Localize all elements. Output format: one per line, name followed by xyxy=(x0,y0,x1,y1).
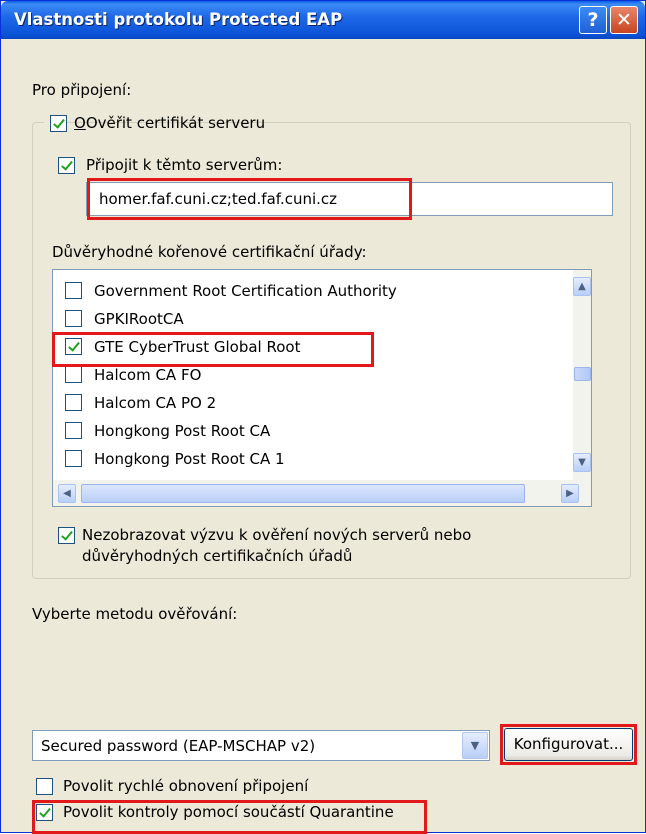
trusted-root-label: Hongkong Post Root CA 1 xyxy=(94,450,285,468)
trusted-root-item[interactable]: GPKIRootCA xyxy=(53,305,573,333)
horizontal-scroll-thumb[interactable] xyxy=(81,484,525,503)
fast-reconnect-label: Povolit rychlé obnovení připojení xyxy=(63,777,309,795)
connect-servers-checkbox[interactable] xyxy=(58,157,75,174)
scroll-up-icon[interactable]: ▲ xyxy=(573,277,591,296)
trusted-root-item[interactable]: Halcom CA FO xyxy=(53,361,573,389)
trusted-root-checkbox[interactable] xyxy=(65,422,82,439)
trusted-root-item[interactable]: Halcom CA PO 2 xyxy=(53,389,573,417)
scroll-left-icon[interactable]: ◀ xyxy=(58,484,76,503)
trusted-root-checkbox[interactable] xyxy=(65,282,82,299)
connect-servers-label: Připojit k těmto serverům: xyxy=(86,156,283,174)
dialog-window: Vlastnosti protokolu Protected EAP ? ✕ P… xyxy=(0,0,646,834)
trusted-root-checkbox[interactable] xyxy=(65,310,82,327)
trusted-root-item[interactable]: GTE CyberTrust Global Root xyxy=(53,333,573,361)
scroll-right-icon[interactable]: ▶ xyxy=(561,484,579,503)
trusted-root-checkbox[interactable] xyxy=(65,366,82,383)
help-button[interactable]: ? xyxy=(579,6,607,34)
verify-cert-label: OOvěřit certifikát serveru xyxy=(74,114,266,132)
trusted-root-item[interactable]: Government Root Certification Authority xyxy=(53,277,573,305)
verify-cert-label-text: Ověřit certifikát serveru xyxy=(85,114,266,132)
chevron-down-icon[interactable]: ▼ xyxy=(462,732,488,759)
configure-button[interactable]: Konfigurovat... xyxy=(504,728,633,761)
trusted-root-checkbox[interactable] xyxy=(65,338,82,355)
trusted-root-item[interactable]: Hongkong Post Root CA xyxy=(53,417,573,445)
horizontal-scrollbar[interactable]: ◀ ▶ xyxy=(53,480,591,506)
servers-input-value: homer.faf.cuni.cz;ted.faf.cuni.cz xyxy=(99,190,338,208)
trusted-roots-label: Důvěryhodné kořenové certifikační úřady: xyxy=(52,243,367,261)
title-bar[interactable]: Vlastnosti protokolu Protected EAP ? ✕ xyxy=(1,1,645,39)
trusted-root-checkbox[interactable] xyxy=(65,450,82,467)
connection-section-label: Pro připojení: xyxy=(32,81,132,99)
trusted-root-label: Hongkong Post Root CA xyxy=(94,422,271,440)
trusted-root-item[interactable]: Hongkong Post Root CA 1 xyxy=(53,445,573,473)
close-button[interactable]: ✕ xyxy=(610,6,638,34)
trusted-root-label: GTE CyberTrust Global Root xyxy=(94,338,301,356)
auth-method-select[interactable]: Secured password (EAP-MSCHAP v2) ▼ xyxy=(32,730,490,761)
scroll-down-icon[interactable]: ▼ xyxy=(573,453,591,472)
trusted-root-label: Halcom CA FO xyxy=(94,366,202,384)
verify-cert-legend: OOvěřit certifikát serveru xyxy=(44,111,265,137)
no-prompt-label-line1: Nezobrazovat výzvu k ověření nových serv… xyxy=(82,526,472,544)
auth-method-selected: Secured password (EAP-MSCHAP v2) xyxy=(41,737,316,755)
verify-cert-checkbox[interactable] xyxy=(50,115,67,132)
fast-reconnect-checkbox[interactable] xyxy=(36,778,53,795)
trusted-root-label: Halcom CA PO 2 xyxy=(94,394,217,412)
vertical-scrollbar[interactable]: ▲ ▼ xyxy=(573,270,591,480)
quarantine-label: Povolit kontroly pomocí součástí Quarant… xyxy=(63,803,394,821)
window-title: Vlastnosti protokolu Protected EAP xyxy=(14,10,343,29)
trusted-root-label: Government Root Certification Authority xyxy=(94,282,397,300)
no-prompt-checkbox[interactable] xyxy=(58,527,75,544)
trusted-root-checkbox[interactable] xyxy=(65,394,82,411)
no-prompt-label-line2: důvěryhodných certifikačních úřadů xyxy=(82,547,353,565)
servers-input[interactable]: homer.faf.cuni.cz;ted.faf.cuni.cz xyxy=(86,182,613,216)
trusted-roots-list[interactable]: Government Root Certification Authority G… xyxy=(52,269,592,507)
quarantine-checkbox[interactable] xyxy=(36,804,53,821)
vertical-scroll-thumb[interactable] xyxy=(574,367,591,381)
auth-method-label: Vyberte metodu ověřování: xyxy=(32,605,238,623)
trusted-root-label: GPKIRootCA xyxy=(94,310,184,328)
